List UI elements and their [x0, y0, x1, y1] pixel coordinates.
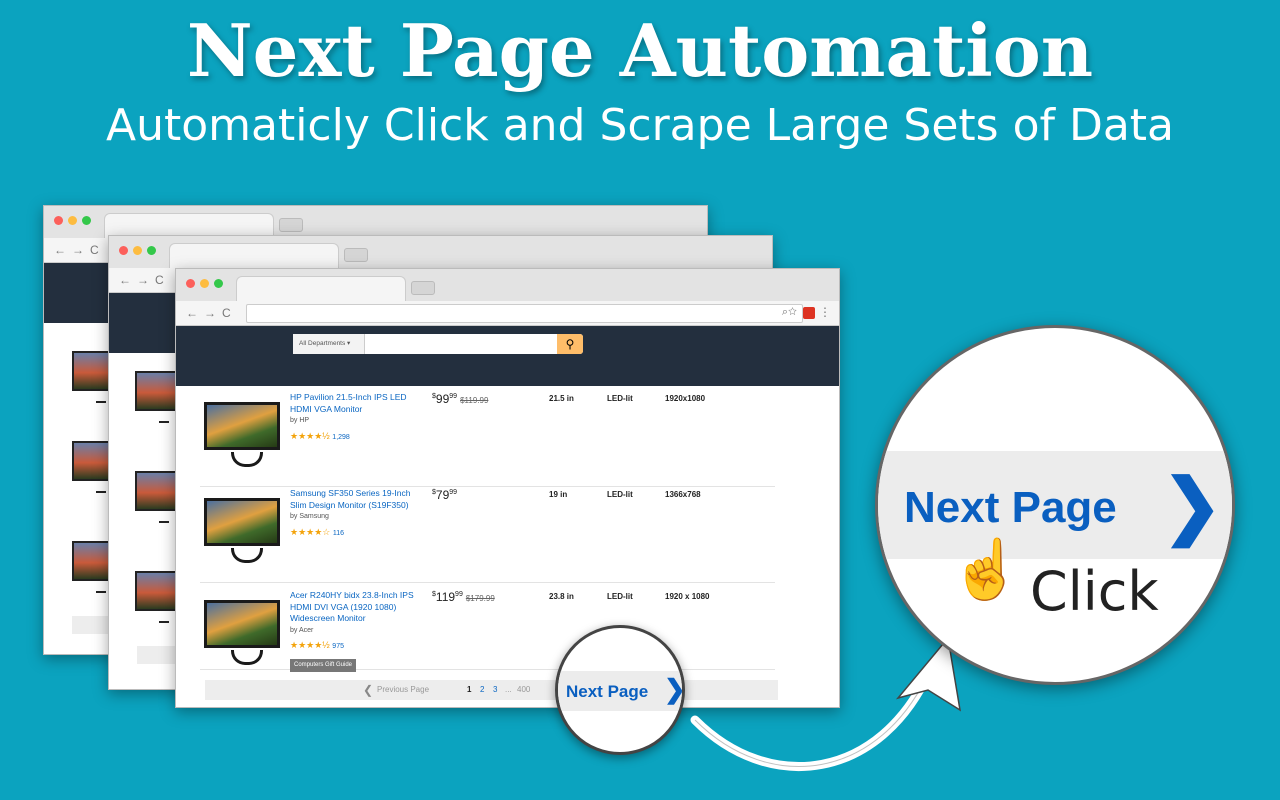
hand-cursor-icon: ☝	[950, 537, 1023, 602]
curved-arrow-icon	[690, 636, 962, 771]
magnifier-icon: ⚲	[565, 337, 575, 351]
next-page-button-zoomed[interactable]: Next Page	[904, 483, 1117, 533]
review-count[interactable]: 1,298	[332, 434, 350, 441]
page-title: Next Page Automation	[186, 8, 1094, 93]
bookmark-star-icon[interactable]: ⌕☆	[782, 306, 797, 319]
product-image[interactable]	[204, 498, 280, 563]
star-rating[interactable]: ★★★★½ 1,298	[290, 431, 420, 444]
resolution: 1366x768	[665, 490, 701, 499]
address-bar[interactable]	[246, 304, 803, 323]
chevron-right-icon: ❯	[1162, 466, 1223, 546]
resolution: 1920x1080	[665, 394, 706, 403]
search-button[interactable]: ⚲	[557, 334, 583, 354]
product-title-link[interactable]: Samsung SF350 Series 19-Inch Slim Design…	[290, 488, 410, 510]
product-image[interactable]	[204, 600, 280, 665]
review-count[interactable]: 116	[333, 530, 344, 537]
pager-ellipsis: ...	[505, 685, 512, 694]
page-3[interactable]: 3	[493, 685, 497, 694]
star-rating[interactable]: ★★★★½ 975	[290, 640, 420, 653]
list-price: $119.99	[460, 396, 489, 405]
page-2[interactable]: 2	[480, 685, 484, 694]
list-price: $179.99	[465, 594, 495, 603]
product-price: $9999 $119.99	[432, 392, 489, 406]
product-row: HP Pavilion 21.5-Inch IPS LED HDMI VGA M…	[200, 392, 775, 487]
browser-tab[interactable]	[236, 276, 406, 301]
magnifier-small: Next Page ❯	[555, 625, 685, 755]
previous-page-link[interactable]: Previous Page	[377, 685, 429, 694]
product-title-link[interactable]: HP Pavilion 21.5-Inch IPS LED HDMI VGA M…	[290, 392, 407, 414]
chevron-left-icon: ❮	[363, 683, 374, 697]
screen-size: 19 in	[549, 490, 568, 499]
product-brand: by HP	[290, 417, 310, 424]
magnifier-large: Next Page ❯ ☝ Click	[875, 325, 1235, 685]
product-image[interactable]	[204, 402, 280, 467]
product-title-link[interactable]: Acer R240HY bidx 23.8-Inch IPS HDMI DVI …	[290, 590, 414, 623]
resolution: 1920 x 1080	[665, 592, 710, 601]
menu-icon[interactable]: ⋮	[819, 305, 831, 319]
new-tab-button[interactable]	[411, 281, 435, 295]
screen-size: 21.5 in	[549, 394, 574, 403]
page-subtitle: Automaticly Click and Scrape Large Sets …	[105, 100, 1175, 151]
product-price: $7999	[432, 488, 458, 502]
next-page-button[interactable]: Next Page	[566, 682, 648, 702]
product-price: $11999 $179.99	[432, 590, 495, 604]
product-brand: by Acer	[290, 626, 314, 634]
page-last[interactable]: 400	[517, 685, 530, 694]
extension-icon[interactable]	[803, 307, 815, 319]
product-row: Samsung SF350 Series 19-Inch Slim Design…	[200, 488, 775, 583]
department-select[interactable]: All Departments ▾	[293, 334, 365, 354]
review-count[interactable]: 975	[332, 643, 344, 650]
display-type: LED-lit	[607, 592, 633, 601]
display-type: LED-lit	[607, 394, 633, 403]
product-brand: by Samsung	[290, 513, 329, 520]
nav-buttons[interactable]: ←→C	[186, 306, 237, 320]
click-label: Click	[1030, 560, 1159, 623]
page-1[interactable]: 1	[467, 685, 471, 694]
search-input[interactable]: All Departments ▾ ⚲	[293, 334, 583, 354]
gift-guide-badge: Computers Gift Guide	[290, 658, 357, 672]
display-type: LED-lit	[607, 490, 633, 499]
screen-size: 23.8 in	[549, 592, 574, 601]
star-rating[interactable]: ★★★★☆ 116	[290, 527, 420, 540]
